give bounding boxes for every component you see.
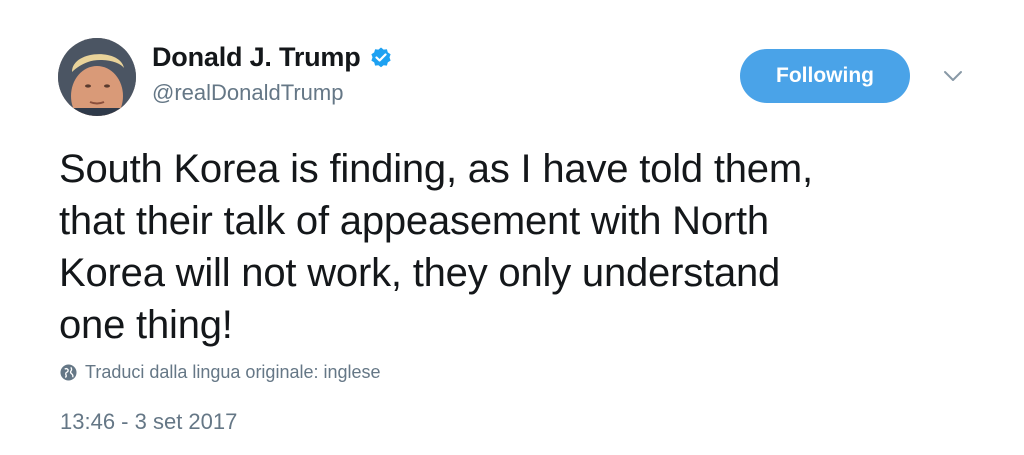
tweet-text-line: Korea will not work, they only understan…: [59, 251, 781, 295]
tweet-text: South Korea is finding, as I have told t…: [59, 143, 959, 351]
profile-photo-icon: [58, 38, 136, 116]
chevron-down-icon[interactable]: [940, 66, 966, 86]
tweet-text-line: South Korea is finding, as I have told t…: [59, 147, 813, 191]
author-name-row: Donald J. Trump: [152, 42, 393, 73]
avatar[interactable]: [58, 38, 136, 116]
tweet-timestamp[interactable]: 13:46 - 3 set 2017: [60, 409, 237, 435]
verified-badge-icon: [370, 47, 391, 67]
author-handle[interactable]: @realDonaldTrump: [152, 80, 343, 106]
tweet-text-line: that their talk of appeasement with Nort…: [59, 199, 769, 243]
tweet-card: Donald J. Trump @realDonaldTrump Followi…: [0, 0, 1024, 455]
globe-icon: [60, 364, 77, 381]
author-name[interactable]: Donald J. Trump: [152, 42, 361, 73]
tweet-text-line: one thing!: [59, 303, 233, 347]
translate-label: Traduci dalla lingua originale: inglese: [85, 362, 381, 382]
translate-link[interactable]: Traduci dalla lingua originale: inglese: [60, 362, 381, 383]
following-button[interactable]: Following: [740, 49, 910, 103]
